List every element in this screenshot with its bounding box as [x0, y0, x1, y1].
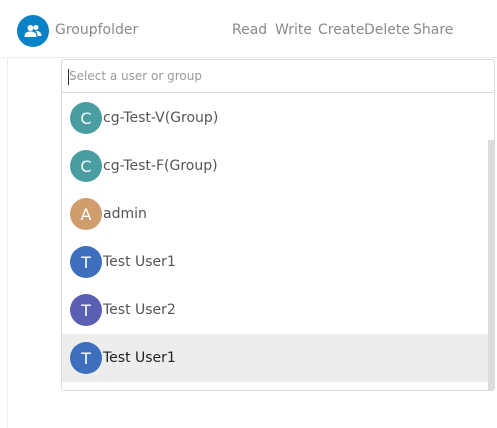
left-divider [7, 58, 8, 428]
list-item-label: Test User2 [103, 302, 176, 318]
groupfolder-sharing-panel: Groupfolder Read Write Create Delete Sha… [0, 0, 497, 428]
avatar: A [70, 198, 102, 230]
list-item-label: cg-Test-F(Group) [103, 158, 218, 174]
list-item-label: Test User1 [103, 350, 176, 366]
column-read: Read [232, 22, 268, 38]
list-item[interactable]: T Test User1 [62, 238, 488, 286]
groupfolder-title: Groupfolder [55, 22, 139, 38]
list-item[interactable]: T Test User2 [62, 286, 488, 334]
avatar: T [70, 246, 102, 278]
group-icon [17, 15, 49, 47]
list-item[interactable]: Ccg-Test-F(Group) [62, 142, 488, 190]
list-item[interactable]: Ccg-Test-V(Group) [62, 94, 488, 142]
avatar: C [70, 150, 102, 182]
avatar: T [70, 342, 102, 374]
column-share: Share [413, 22, 454, 38]
suggestion-list: Ccg-Test-V(Group) Ccg-Test-F(Group) Aadmin… [62, 94, 488, 390]
groupfolder-header-row: Groupfolder Read Write Create Delete Sha… [0, 0, 497, 58]
column-delete: Delete [364, 22, 410, 38]
column-create: Create [318, 22, 365, 38]
list-scrollbar[interactable] [488, 140, 494, 390]
list-item-label: cg-Test-V(Group) [103, 110, 219, 126]
user-group-search-input[interactable] [62, 60, 494, 93]
avatar: C [70, 102, 102, 134]
list-item-label: admin [103, 206, 147, 222]
list-item[interactable]: T Test User1 [62, 334, 488, 382]
list-item-label: Test User1 [103, 254, 176, 270]
user-group-select-dropdown: Ccg-Test-V(Group)Ccg-Test-F(Group)Aadmin… [61, 59, 495, 391]
text-caret [68, 69, 69, 85]
list-item[interactable]: Aadmin [62, 190, 488, 238]
avatar: T [70, 294, 102, 326]
column-write: Write [275, 22, 312, 38]
